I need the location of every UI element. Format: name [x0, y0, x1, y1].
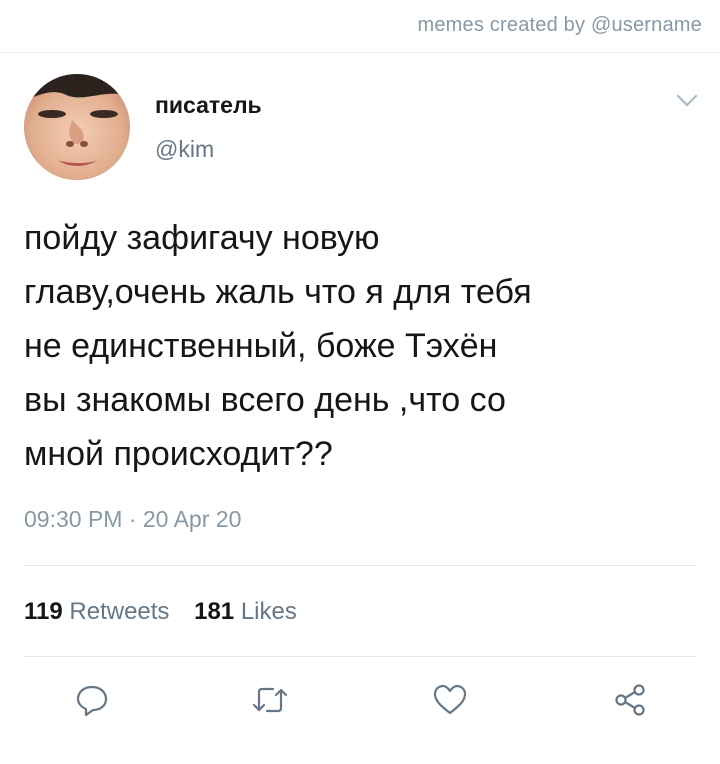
reply-button[interactable]: [72, 680, 112, 720]
divider: [24, 656, 696, 657]
avatar-photo: [24, 74, 130, 180]
retweets-count: 119: [24, 598, 63, 625]
author-name[interactable]: писатель: [155, 92, 262, 119]
share-button[interactable]: [610, 680, 650, 720]
divider: [24, 565, 696, 566]
retweet-button[interactable]: [250, 680, 290, 720]
retweets-stat[interactable]: 119 Retweets: [24, 598, 169, 626]
retweets-label: Retweets: [69, 598, 170, 625]
likes-label: Likes: [240, 598, 297, 625]
heart-icon: [433, 684, 467, 715]
tweet-text: пойду зафигачу новую главу,очень жаль чт…: [24, 219, 532, 473]
tweet-stats: 119 Retweets 181 Likes: [24, 598, 315, 626]
reply-icon: [76, 685, 108, 717]
likes-stat[interactable]: 181 Likes: [194, 598, 297, 626]
avatar[interactable]: [24, 74, 130, 180]
retweet-icon: [252, 687, 288, 713]
share-icon: [615, 684, 645, 716]
chevron-down-icon: [676, 94, 698, 107]
author-handle[interactable]: @kim: [155, 136, 214, 163]
tweet-menu-button[interactable]: [676, 94, 698, 108]
header-divider: [0, 52, 720, 53]
likes-count: 181: [194, 598, 235, 625]
tweet-timestamp[interactable]: 09:30 PM · 20 Apr 20: [24, 506, 241, 533]
like-button[interactable]: [430, 680, 470, 720]
watermark: memes created by @username: [417, 14, 702, 36]
